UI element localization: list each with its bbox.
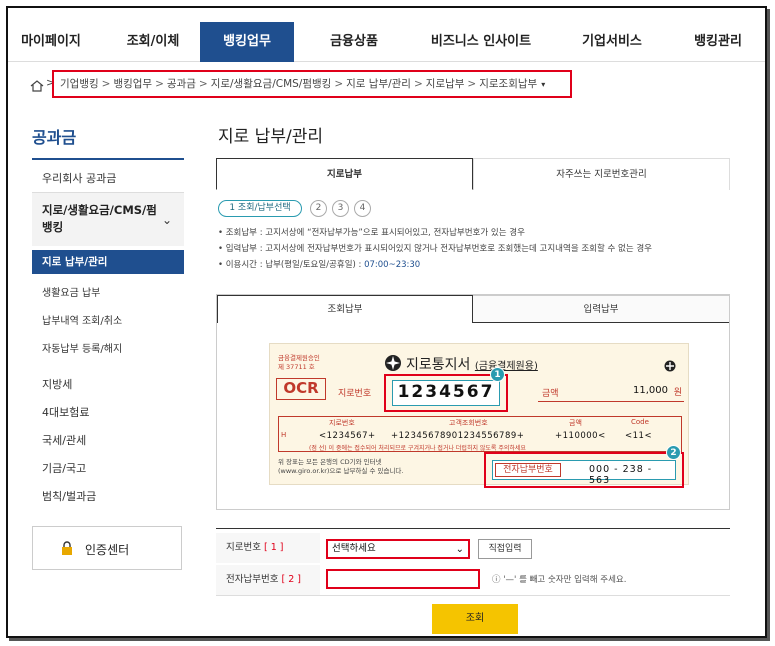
giro-number-highlight: 1234567 1 [384, 367, 508, 412]
cert-center-label: 인증센터 [85, 543, 130, 557]
slip-amount: 금액 11,000 원 [538, 382, 684, 402]
tab-favorite-giro[interactable]: 자주쓰는 지로번호관리 [473, 158, 730, 190]
tab-inquiry-payment[interactable]: 조회납부 [217, 295, 473, 323]
slip-title: 지로통지서 (금융결제원용) [406, 357, 538, 373]
giro-number-label: 지로번호 [ 1 ] [216, 533, 320, 563]
nav-products[interactable]: 금융상품 [306, 22, 402, 62]
inquiry-form: 지로번호 [ 1 ] 선택하세요 ⌄ 직접입력 전자납부번호 [ 2 ] ⓘ '—… [216, 528, 730, 596]
sidebar-title: 공과금 [32, 128, 77, 147]
page-title: 지로 납부/관리 [218, 127, 323, 147]
slip-ocr-line: 지로번호 고객조회번호 금액 Code H <1234567+ +1234567… [278, 416, 682, 452]
sidebar-subitem-autopay[interactable]: 자동납부 등록/해지 [42, 340, 122, 355]
breadcrumb-item[interactable]: 기업뱅킹 [60, 78, 99, 90]
nav-inquiry-transfer[interactable]: 조회/이체 [108, 22, 198, 62]
nav-business-insight[interactable]: 비즈니스 인사이트 [416, 22, 546, 62]
info-hours-time: 07:00~23:30 [364, 260, 421, 270]
sidebar-group-label: 지로/생활요금/CMS/펌뱅킹 [42, 203, 157, 234]
window-frame: 마이페이지 조회/이체 뱅킹업무 금융상품 비즈니스 인사이트 기업서비스 뱅킹… [6, 6, 767, 638]
epay-label: 전자납부번호 [495, 463, 561, 477]
breadcrumb-current[interactable]: 지로조회납부 [479, 78, 537, 90]
chevron-down-icon: ⌄ [455, 544, 464, 555]
badge-1: 1 [490, 367, 505, 382]
chevron-down-icon: ⌄ [161, 213, 172, 227]
sidebar-item-fund[interactable]: 기금/국고 [42, 460, 86, 476]
nav-banking-management[interactable]: 뱅킹관리 [672, 22, 764, 62]
sidebar-group-giro[interactable]: 지로/생활요금/CMS/펌뱅킹 ⌄ [32, 192, 184, 246]
step-2: 2 [310, 200, 327, 217]
sidebar-item-local-tax[interactable]: 지방세 [42, 376, 72, 392]
ocr-label: OCR [276, 378, 326, 400]
nav-corporate-service[interactable]: 기업서비스 [560, 22, 664, 62]
crosshair-icon [664, 360, 676, 372]
slip-approval-text: 금융결제원승인 제 37711 호 [278, 354, 320, 371]
breadcrumb-item[interactable]: 지로납부 [426, 78, 465, 90]
slip-footnote: 위 장표는 모든 은행의 CD기와 인터넷 (www.giro.or.kr)으로… [278, 458, 404, 475]
giro-number-select[interactable]: 선택하세요 ⌄ [326, 539, 470, 559]
giro-number: 1234567 [392, 380, 500, 406]
epay-number-input[interactable] [326, 569, 480, 589]
slip-giro-label: 지로번호 [338, 389, 372, 399]
sub-tabs: 조회납부 입력납부 [217, 295, 729, 323]
home-icon[interactable] [30, 80, 44, 92]
sidebar-subitem-utility[interactable]: 생활요금 납부 [42, 284, 100, 299]
direct-input-button[interactable]: 직접입력 [478, 539, 532, 559]
form-row-giro: 지로번호 [ 1 ] 선택하세요 ⌄ 직접입력 [216, 533, 730, 563]
sidebar-item-national-tax[interactable]: 국세/관세 [42, 432, 86, 448]
step-3: 3 [332, 200, 349, 217]
inquiry-panel: 조회납부 입력납부 금융결제원승인 제 37711 호 지로통지서 (금융결제원… [216, 294, 730, 510]
nav-mypage[interactable]: 마이페이지 [8, 22, 94, 62]
sidebar-item-giro-payment[interactable]: 지로 납부/관리 [32, 250, 184, 274]
sidebar-item-penalty[interactable]: 범칙/벌과금 [42, 488, 96, 504]
step-4: 4 [354, 200, 371, 217]
info-inquiry: • 조회납부 : 고지서상에 “전자납부가능”으로 표시되어있고, 전자납부번호… [218, 228, 525, 238]
info-hours: • 이용시간 : 납부(평일/토요일/공휴일) : 07:00~23:30 [218, 258, 420, 270]
sidebar-divider [32, 158, 184, 160]
breadcrumb: 기업뱅킹 > 뱅킹업무 > 공과금 > 지로/생활요금/CMS/펌뱅킹 > 지로 납부/관리 > 지… [52, 70, 572, 98]
sidebar-subitem-history[interactable]: 납부내역 조회/취소 [42, 312, 122, 327]
info-hours-label: • 이용시간 : 납부(평일/토요일/공휴일) : [218, 260, 365, 270]
giro-slip-image: 금융결제원승인 제 37711 호 지로통지서 (금융결제원용) OCR 지로번… [269, 343, 689, 488]
cert-center-button[interactable]: 인증센터 [32, 526, 182, 570]
lock-icon [62, 541, 72, 555]
epay-number: 000 - 238 - 563 [589, 464, 653, 486]
nav-banking[interactable]: 뱅킹업무 [200, 22, 294, 62]
tab-giro-payment[interactable]: 지로납부 [216, 158, 473, 190]
inquiry-button[interactable]: 조회 [432, 604, 518, 634]
tab-input-payment[interactable]: 입력납부 [473, 295, 729, 323]
sidebar-item-company-tax[interactable]: 우리회사 공과금 [42, 170, 116, 186]
info-input: • 입력납부 : 고지서상에 전자납부번호가 표시되어있지 않거나 전자납부번호… [218, 244, 653, 254]
top-nav: 마이페이지 조회/이체 뱅킹업무 금융상품 비즈니스 인사이트 기업서비스 뱅킹… [8, 22, 765, 62]
giro-logo-icon [385, 355, 401, 371]
breadcrumb-item[interactable]: 지로 납부/관리 [346, 78, 411, 90]
breadcrumb-item[interactable]: 뱅킹업무 [113, 78, 152, 90]
form-row-epay: 전자납부번호 [ 2 ] ⓘ '—' 를 빼고 숫자만 입력해 주세요. [216, 565, 730, 595]
sidebar-item-insurance[interactable]: 4대보험료 [42, 404, 89, 420]
epay-number-highlight: 전자납부번호 000 - 238 - 563 2 [484, 445, 684, 488]
caret-down-icon[interactable]: ▾ [541, 80, 545, 89]
epay-number-label: 전자납부번호 [ 2 ] [216, 565, 320, 595]
breadcrumb-item[interactable]: 공과금 [167, 78, 196, 90]
epay-hint: ⓘ '—' 를 빼고 숫자만 입력해 주세요. [492, 575, 627, 585]
step-1-active: 1 조회/납부선택 [218, 200, 302, 217]
badge-2: 2 [666, 445, 681, 460]
breadcrumb-item[interactable]: 지로/생활요금/CMS/펌뱅킹 [211, 78, 332, 90]
main-tabs: 지로납부 자주쓰는 지로번호관리 [216, 158, 730, 190]
